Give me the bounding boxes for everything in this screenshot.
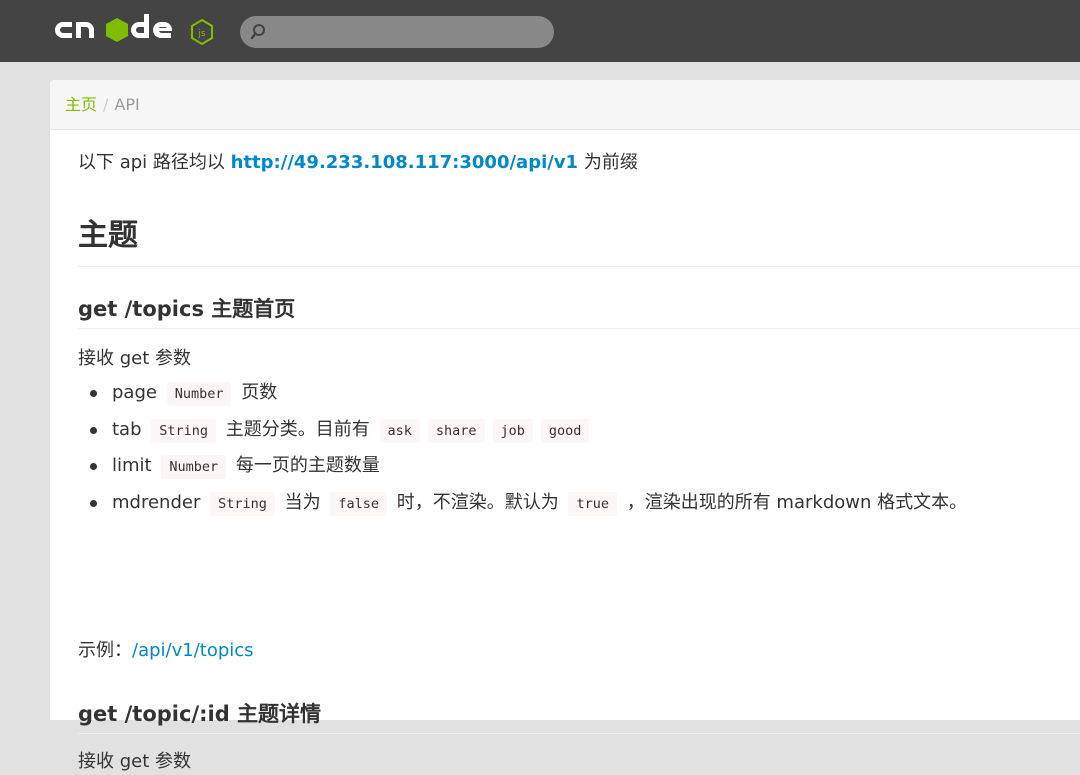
param-name: limit bbox=[112, 455, 152, 476]
example-link[interactable]: /api/v1/topics bbox=[132, 640, 254, 661]
api-panel: 主页 / API 以下 api 路径均以 http://49.233.108.117… bbox=[50, 80, 1080, 772]
param-type: String bbox=[151, 418, 217, 443]
endpoint-title-topics: get /topics 主题首页 bbox=[78, 294, 1080, 329]
example-label: 示例： bbox=[78, 640, 132, 661]
intro-prefix: 以下 api 路径均以 bbox=[78, 152, 225, 173]
tab-option: good bbox=[540, 418, 590, 443]
param-name: page bbox=[112, 382, 157, 403]
section-title: 主题 bbox=[78, 216, 1080, 267]
intro-suffix: 为前缀 bbox=[583, 152, 638, 173]
search-icon bbox=[250, 24, 265, 40]
navbar: js bbox=[0, 0, 1080, 62]
param-item: limit Number 每一页的主题数量 bbox=[89, 453, 967, 490]
param-desc: 主题分类。目前有 bbox=[225, 418, 370, 440]
breadcrumb: 主页 / API bbox=[50, 80, 1080, 130]
tab-option: share bbox=[427, 418, 485, 443]
param-name: tab bbox=[112, 418, 142, 440]
accepts-text: 接收 get 参数 bbox=[78, 751, 192, 772]
param-value: false bbox=[330, 491, 387, 516]
breadcrumb-current: API bbox=[114, 95, 140, 114]
param-item: tab String 主题分类。目前有 ask share job good bbox=[89, 417, 967, 454]
svg-text:js: js bbox=[197, 29, 206, 39]
param-name: mdrender bbox=[112, 491, 201, 513]
accepts-text: 接收 get 参数 bbox=[78, 348, 192, 369]
endpoint-title-topic-detail: get /topic/:id 主题详情 bbox=[78, 699, 1080, 734]
param-type: Number bbox=[161, 455, 227, 479]
param-type: Number bbox=[166, 382, 232, 406]
param-item: mdrender String 当为 false 时，不渲染。默认为 true … bbox=[89, 490, 968, 527]
param-desc: 每一页的主题数量 bbox=[235, 455, 380, 476]
tab-option: ask bbox=[379, 418, 420, 443]
intro-text: 以下 api 路径均以 http://49.233.108.117:3000/a… bbox=[78, 148, 638, 174]
param-value: true bbox=[568, 491, 617, 516]
breadcrumb-home-link[interactable]: 主页 bbox=[65, 95, 97, 114]
param-desc: 时，不渲染。默认为 bbox=[396, 491, 559, 513]
param-desc: 页数 bbox=[241, 382, 278, 403]
example-line: 示例：/api/v1/topics bbox=[78, 638, 254, 664]
base-url: http://49.233.108.117:3000/api/v1 bbox=[230, 152, 579, 173]
param-item: page Number 页数 bbox=[89, 380, 967, 417]
param-desc: 当为 bbox=[284, 491, 321, 513]
param-desc: ，渲染出现的所有 markdown 格式文本。 bbox=[626, 491, 968, 513]
param-type: String bbox=[210, 491, 275, 516]
param-list: page Number 页数 tab String 主题分类。目前有 ask sh… bbox=[89, 380, 968, 527]
tab-option: job bbox=[492, 418, 533, 443]
search-box[interactable] bbox=[240, 16, 554, 48]
breadcrumb-separator: / bbox=[103, 95, 109, 114]
cnode-logo[interactable]: js bbox=[50, 10, 220, 50]
